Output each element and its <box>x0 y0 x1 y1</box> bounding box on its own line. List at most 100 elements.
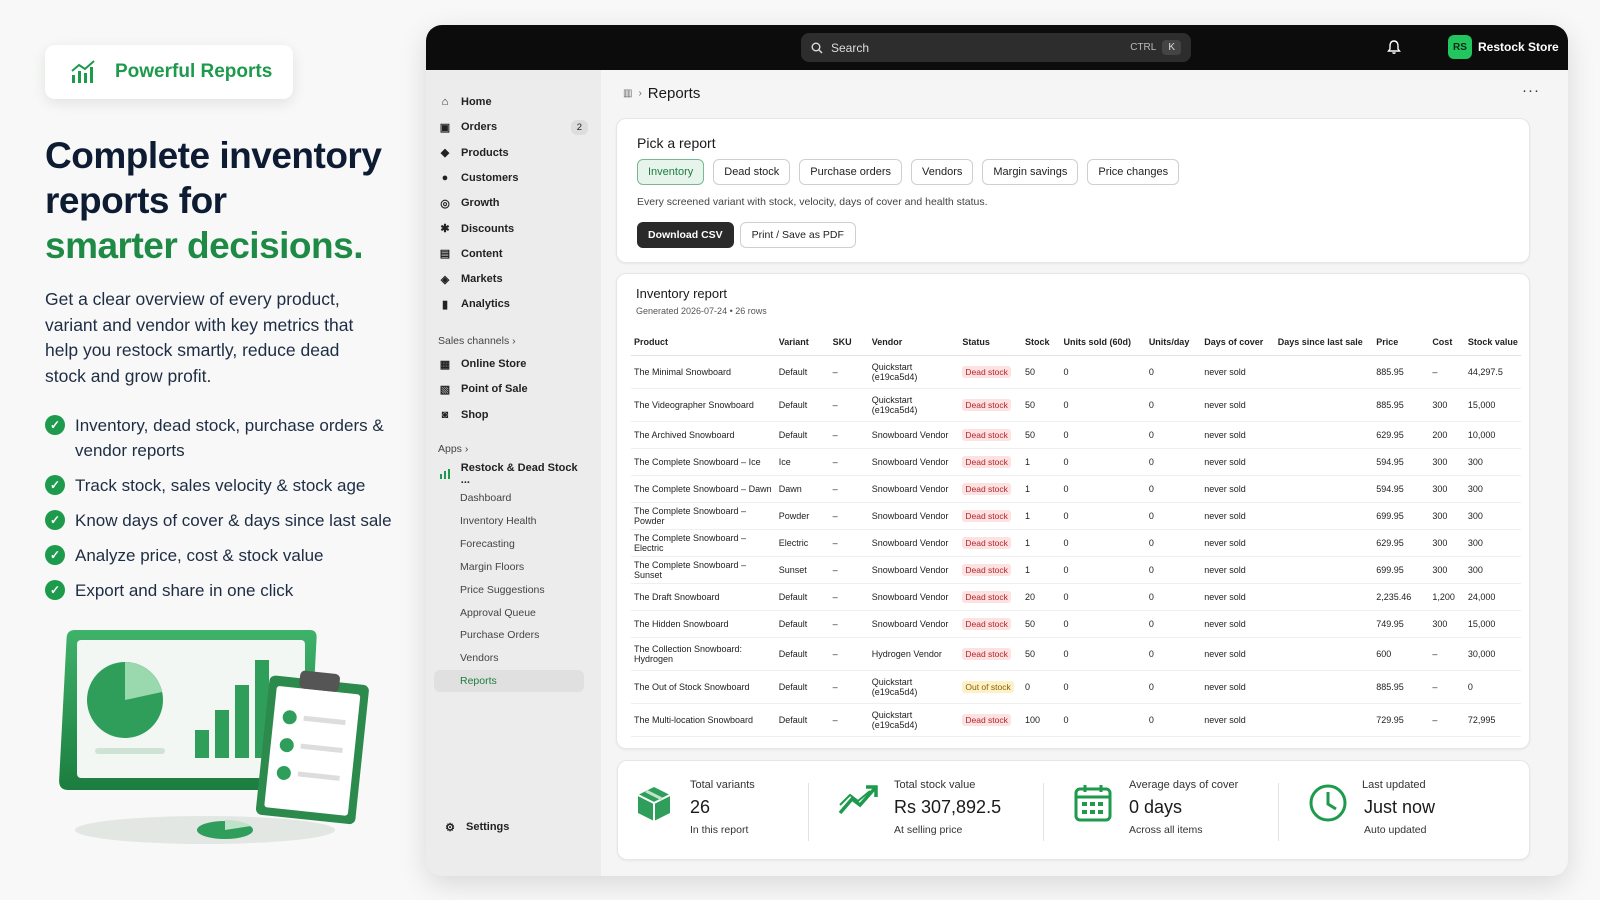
cell-variant: Default <box>775 703 830 737</box>
cell-variant: Ice <box>775 448 830 476</box>
cell-cover: never sold <box>1201 583 1275 611</box>
sidebar-app-item-approval-queue[interactable]: Approval Queue <box>460 607 536 619</box>
cell-cover: never sold <box>1201 502 1275 530</box>
calendar-icon <box>1073 783 1113 828</box>
stat-value: Just now <box>1364 797 1436 817</box>
bell-icon[interactable] <box>1386 39 1402 55</box>
marketing-panel: Powerful Reports Complete inventory repo… <box>0 0 420 900</box>
status-badge: Dead stock <box>962 563 1011 576</box>
cell-vendor: Snowboard Vendor <box>868 610 960 638</box>
stat-subtext: Auto updated <box>1364 824 1427 836</box>
sidebar-item-markets[interactable]: ◈ Markets <box>438 269 588 289</box>
check-icon: ✓ <box>45 510 65 530</box>
cell-stock: 100 <box>1022 703 1061 737</box>
headline-line-3: smarter decisions. <box>45 225 363 266</box>
status-badge: Dead stock <box>962 428 1011 441</box>
download-csv-button[interactable]: Download CSV <box>637 222 734 248</box>
cell-variant: Dawn <box>775 475 830 503</box>
sidebar-item-settings[interactable]: ⚙ Settings <box>443 817 593 837</box>
sidebar-item-home[interactable]: ⌂ Home <box>438 92 588 112</box>
cell-cost: 300 <box>1429 502 1465 530</box>
sidebar-item-growth[interactable]: ◎ Growth <box>438 193 588 213</box>
sidebar-item-discounts[interactable]: ✱ Discounts <box>438 219 588 239</box>
column-header: Units/day <box>1145 329 1202 356</box>
store-switcher[interactable]: RS Restock Store <box>1448 35 1559 59</box>
top-bar: Search CTRL K RS Restock Store <box>426 25 1568 70</box>
cell-variant: Default <box>775 355 830 389</box>
tab-purchase-orders[interactable]: Purchase orders <box>799 159 902 185</box>
search-bar[interactable]: Search CTRL K <box>801 33 1191 62</box>
cell-price: 699.95 <box>1373 556 1430 584</box>
sidebar-app-restock[interactable]: Restock & Dead Stock ... <box>438 462 588 486</box>
stat-value: Rs 307,892.5 <box>894 797 1002 817</box>
cell-perday: 0 <box>1145 610 1202 638</box>
cell-price: 885.95 <box>1373 355 1430 389</box>
tab-vendors[interactable]: Vendors <box>911 159 974 185</box>
cell-variant: Default <box>775 637 830 671</box>
cell-cost: 300 <box>1429 529 1465 557</box>
sidebar-item-products[interactable]: ◆ Products <box>438 143 588 163</box>
sidebar-app-item-purchase-orders[interactable]: Purchase Orders <box>460 629 539 641</box>
settings-label: Settings <box>466 821 510 833</box>
sidebar-channel-online-store[interactable]: ▦ Online Store <box>438 354 588 374</box>
sidebar-item-label: Shop <box>461 408 489 421</box>
sidebar-channel-point-of-sale[interactable]: ▧ Point of Sale <box>438 379 588 399</box>
sidebar-app-item-price-suggestions[interactable]: Price Suggestions <box>460 584 545 596</box>
apps-heading[interactable]: Apps › <box>438 443 468 455</box>
headline-line-1: Complete inventory <box>45 135 382 176</box>
sidebar-item-label: Home <box>461 96 492 108</box>
cell-status: Dead stock <box>959 475 1023 503</box>
search-input[interactable]: Search <box>831 41 1124 55</box>
cell-sku: – <box>829 355 869 389</box>
table-row: The Draft Snowboard Default – Snowboard Ven… <box>631 583 1521 611</box>
cell-sku: – <box>829 421 869 449</box>
stat-label: Total stock value <box>894 779 976 791</box>
table-row: The Collection Snowboard: Hydrogen Defaul… <box>631 637 1521 671</box>
tab-price-changes[interactable]: Price changes <box>1087 159 1180 185</box>
sidebar-item-orders[interactable]: ▣ Orders 2 <box>438 117 588 137</box>
sidebar-app-item-reports[interactable]: Reports <box>434 670 584 693</box>
sidebar-app-item-forecasting[interactable]: Forecasting <box>460 538 515 550</box>
tab-inventory[interactable]: Inventory <box>637 159 705 185</box>
cell-product: The Hidden Snowboard <box>631 610 776 638</box>
sidebar-app-item-dashboard[interactable]: Dashboard <box>460 492 511 504</box>
sidebar-item-analytics[interactable]: ▮ Analytics <box>438 294 588 314</box>
sales-channels-heading[interactable]: Sales channels › <box>438 335 516 347</box>
cell-sold: 0 <box>1060 670 1146 704</box>
cell-perday: 0 <box>1145 703 1202 737</box>
headline-line-2: reports for <box>45 180 227 221</box>
stat-label: Average days of cover <box>1129 779 1239 791</box>
cell-cover: never sold <box>1201 610 1275 638</box>
tab-margin-savings[interactable]: Margin savings <box>982 159 1079 185</box>
tab-dead-stock[interactable]: Dead stock <box>713 159 791 185</box>
sidebar-item-customers[interactable]: ● Customers <box>438 168 588 188</box>
cell-cost: 200 <box>1429 421 1465 449</box>
feature-list: ✓ Inventory, dead stock, purchase orders … <box>45 413 405 613</box>
cell-price: 885.95 <box>1373 670 1430 704</box>
print-pdf-button[interactable]: Print / Save as PDF <box>739 222 856 248</box>
cell-stock: 20 <box>1022 583 1061 611</box>
cell-value: 0 <box>1464 670 1521 704</box>
sidebar-item-content[interactable]: ▤ Content <box>438 244 588 264</box>
cell-sku: – <box>829 637 869 671</box>
feature-item: ✓ Inventory, dead stock, purchase orders … <box>45 413 405 463</box>
cell-cost: – <box>1429 355 1465 389</box>
cell-sold: 0 <box>1060 421 1146 449</box>
sidebar-app-item-inventory-health[interactable]: Inventory Health <box>460 515 536 527</box>
shop-icon: ◙ <box>441 408 449 421</box>
cell-cover: never sold <box>1201 637 1275 671</box>
cell-stock: 0 <box>1022 670 1061 704</box>
cell-price: 629.95 <box>1373 421 1430 449</box>
cell-cost: – <box>1429 637 1465 671</box>
cell-cover: never sold <box>1201 529 1275 557</box>
sidebar-app-item-vendors[interactable]: Vendors <box>460 652 499 664</box>
cell-status: Dead stock <box>959 703 1023 737</box>
sidebar-channel-shop[interactable]: ◙ Shop <box>438 405 588 425</box>
more-actions-button[interactable]: ··· <box>1522 82 1540 99</box>
cell-perday: 0 <box>1145 583 1202 611</box>
cell-sku: – <box>829 529 869 557</box>
sidebar-app-item-margin-floors[interactable]: Margin Floors <box>460 561 524 573</box>
stat-divider <box>808 783 809 841</box>
cell-product: The Draft Snowboard <box>631 583 776 611</box>
status-badge: Dead stock <box>962 365 1011 378</box>
